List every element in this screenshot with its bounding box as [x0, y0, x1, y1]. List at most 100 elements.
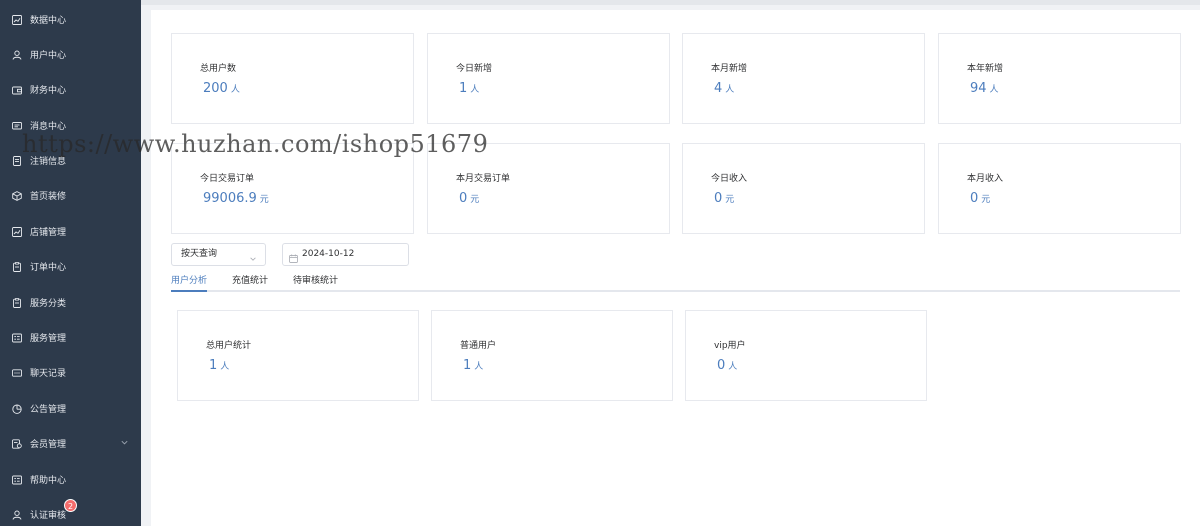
stat-value-wrap: 0元 — [459, 191, 479, 206]
sidebar-item-verification-review[interactable]: 认证审核 2 — [0, 497, 141, 526]
analysis-card-total-users: 总用户统计 1人 — [177, 310, 419, 401]
stat-unit: 人 — [230, 85, 240, 95]
sidebar-item-order-center[interactable]: 订单中心 — [0, 249, 141, 284]
date-value: 2024-10-12 — [302, 249, 355, 259]
stat-unit: 人 — [470, 85, 480, 95]
stat-card-month-new: 本月新增 4人 — [682, 33, 925, 124]
sidebar-item-label: 订单中心 — [30, 263, 67, 273]
sidebar-item-label: 消息中心 — [30, 122, 67, 132]
sidebar-item-label: 认证审核 — [30, 511, 67, 521]
list-icon — [12, 333, 22, 343]
stat-value-wrap: 4人 — [714, 81, 734, 96]
sidebar-item-label: 数据中心 — [30, 16, 67, 26]
stat-value: 0 — [970, 191, 979, 206]
user-icon — [12, 510, 22, 520]
stat-label: 总用户数 — [200, 64, 237, 74]
stat-card-year-new: 本年新增 94 人 — [938, 33, 1181, 124]
sidebar-item-label: 公告管理 — [30, 405, 67, 415]
query-type-select[interactable]: 按天查询 — [171, 243, 266, 266]
stat-unit: 人 — [989, 85, 999, 95]
stat-value: 0 — [717, 358, 726, 373]
notification-badge: 2 — [64, 499, 78, 512]
stat-label: 本年新增 — [967, 64, 1004, 74]
analysis-card-vip-users: vip用户 0人 — [685, 310, 927, 401]
sidebar-item-finance-center[interactable]: 财务中心 — [0, 72, 141, 107]
sidebar-item-help-center[interactable]: 帮助中心 — [0, 462, 141, 497]
sidebar-item-announcement-management[interactable]: 公告管理 — [0, 391, 141, 426]
user-icon — [12, 50, 22, 60]
stat-card-month-income: 本月收入 0元 — [938, 143, 1181, 234]
stat-card-today-income: 今日收入 0元 — [682, 143, 925, 234]
sidebar-item-label: 服务分类 — [30, 299, 67, 309]
clipboard-icon — [12, 261, 22, 272]
stat-unit: 元 — [725, 195, 735, 205]
tab-user-analysis[interactable]: 用户分析 — [171, 273, 208, 292]
chart-line-icon — [12, 226, 22, 237]
stat-label: 今日交易订单 — [200, 174, 255, 184]
stat-unit: 人 — [474, 362, 484, 372]
stat-value: 1 — [209, 358, 218, 373]
date-picker[interactable]: 2024-10-12 — [282, 243, 409, 266]
stat-value: 94 — [970, 81, 987, 96]
sidebar-item-message-center[interactable]: 消息中心 — [0, 108, 141, 143]
stat-value: 200 — [203, 81, 228, 96]
tab-recharge-stats[interactable]: 充值统计 — [232, 273, 268, 292]
stat-value: 1 — [463, 358, 472, 373]
document-icon — [12, 155, 22, 166]
stat-label: 总用户统计 — [206, 341, 252, 351]
tab-pending-review-stats[interactable]: 待审核统计 — [293, 273, 338, 292]
sidebar-item-label: 财务中心 — [30, 86, 67, 96]
stat-value-wrap: 0元 — [714, 191, 734, 206]
stat-label: 本月收入 — [967, 174, 1004, 184]
top-bar — [141, 0, 1200, 5]
calendar-icon — [289, 251, 298, 263]
cube-icon — [12, 190, 22, 201]
stat-value-wrap: 200 人 — [203, 81, 240, 96]
sidebar-item-cancellation-info[interactable]: 注销信息 — [0, 143, 141, 178]
stat-label: 今日收入 — [711, 174, 748, 184]
sidebar-item-homepage-decoration[interactable]: 首页装修 — [0, 178, 141, 213]
sidebar-item-service-category[interactable]: 服务分类 — [0, 285, 141, 320]
sidebar-item-shop-management[interactable]: 店铺管理 — [0, 214, 141, 249]
stat-value: 4 — [714, 81, 723, 96]
sidebar-item-data-center[interactable]: 数据中心 — [0, 2, 141, 37]
stat-card-today-orders: 今日交易订单 99006.9 元 — [171, 143, 414, 234]
sidebar-item-chat-records[interactable]: 聊天记录 — [0, 355, 141, 390]
stat-value-wrap: 94 人 — [970, 81, 999, 96]
sidebar-item-label: 帮助中心 — [30, 476, 67, 486]
sidebar-item-member-management[interactable]: 会员管理 — [0, 426, 141, 461]
sidebar-item-service-management[interactable]: 服务管理 — [0, 320, 141, 355]
sidebar-item-label: 服务管理 — [30, 334, 67, 344]
sidebar-item-label: 首页装修 — [30, 192, 67, 202]
query-type-value: 按天查询 — [181, 249, 218, 259]
sidebar-item-user-center[interactable]: 用户中心 — [0, 37, 141, 72]
pie-chart-icon — [12, 404, 22, 414]
stat-value: 99006.9 — [203, 191, 257, 206]
stat-card-month-orders: 本月交易订单 0元 — [427, 143, 670, 234]
stat-value-wrap: 1人 — [209, 358, 229, 373]
chevron-down-icon — [120, 438, 129, 447]
message-icon — [12, 121, 22, 131]
stat-value-wrap: 1人 — [463, 358, 483, 373]
wallet-icon — [12, 85, 22, 95]
stat-value-wrap: 99006.9 元 — [203, 191, 269, 206]
list-icon — [12, 475, 22, 485]
stat-label: 今日新增 — [456, 64, 493, 74]
stat-value: 1 — [459, 81, 468, 96]
sidebar: 数据中心 用户中心 财务中心 消息中心 注销信息 首页装修 店铺管理 订单中心 … — [0, 0, 141, 526]
stat-unit: 人 — [728, 362, 738, 372]
stat-unit: 人 — [725, 85, 735, 95]
member-icon — [12, 438, 22, 449]
clipboard-icon — [12, 297, 22, 308]
stat-value-wrap: 0人 — [717, 358, 737, 373]
stat-value-wrap: 0元 — [970, 191, 990, 206]
chevron-down-icon — [249, 251, 257, 261]
stat-value: 0 — [714, 191, 723, 206]
stat-value: 0 — [459, 191, 468, 206]
stat-card-total-users: 总用户数 200 人 — [171, 33, 414, 124]
stat-unit: 元 — [259, 195, 269, 205]
analysis-card-regular-users: 普通用户 1人 — [431, 310, 673, 401]
chart-line-icon — [12, 14, 22, 25]
sidebar-item-label: 聊天记录 — [30, 369, 67, 379]
analysis-tabs: 用户分析 充值统计 待审核统计 — [171, 270, 1180, 292]
